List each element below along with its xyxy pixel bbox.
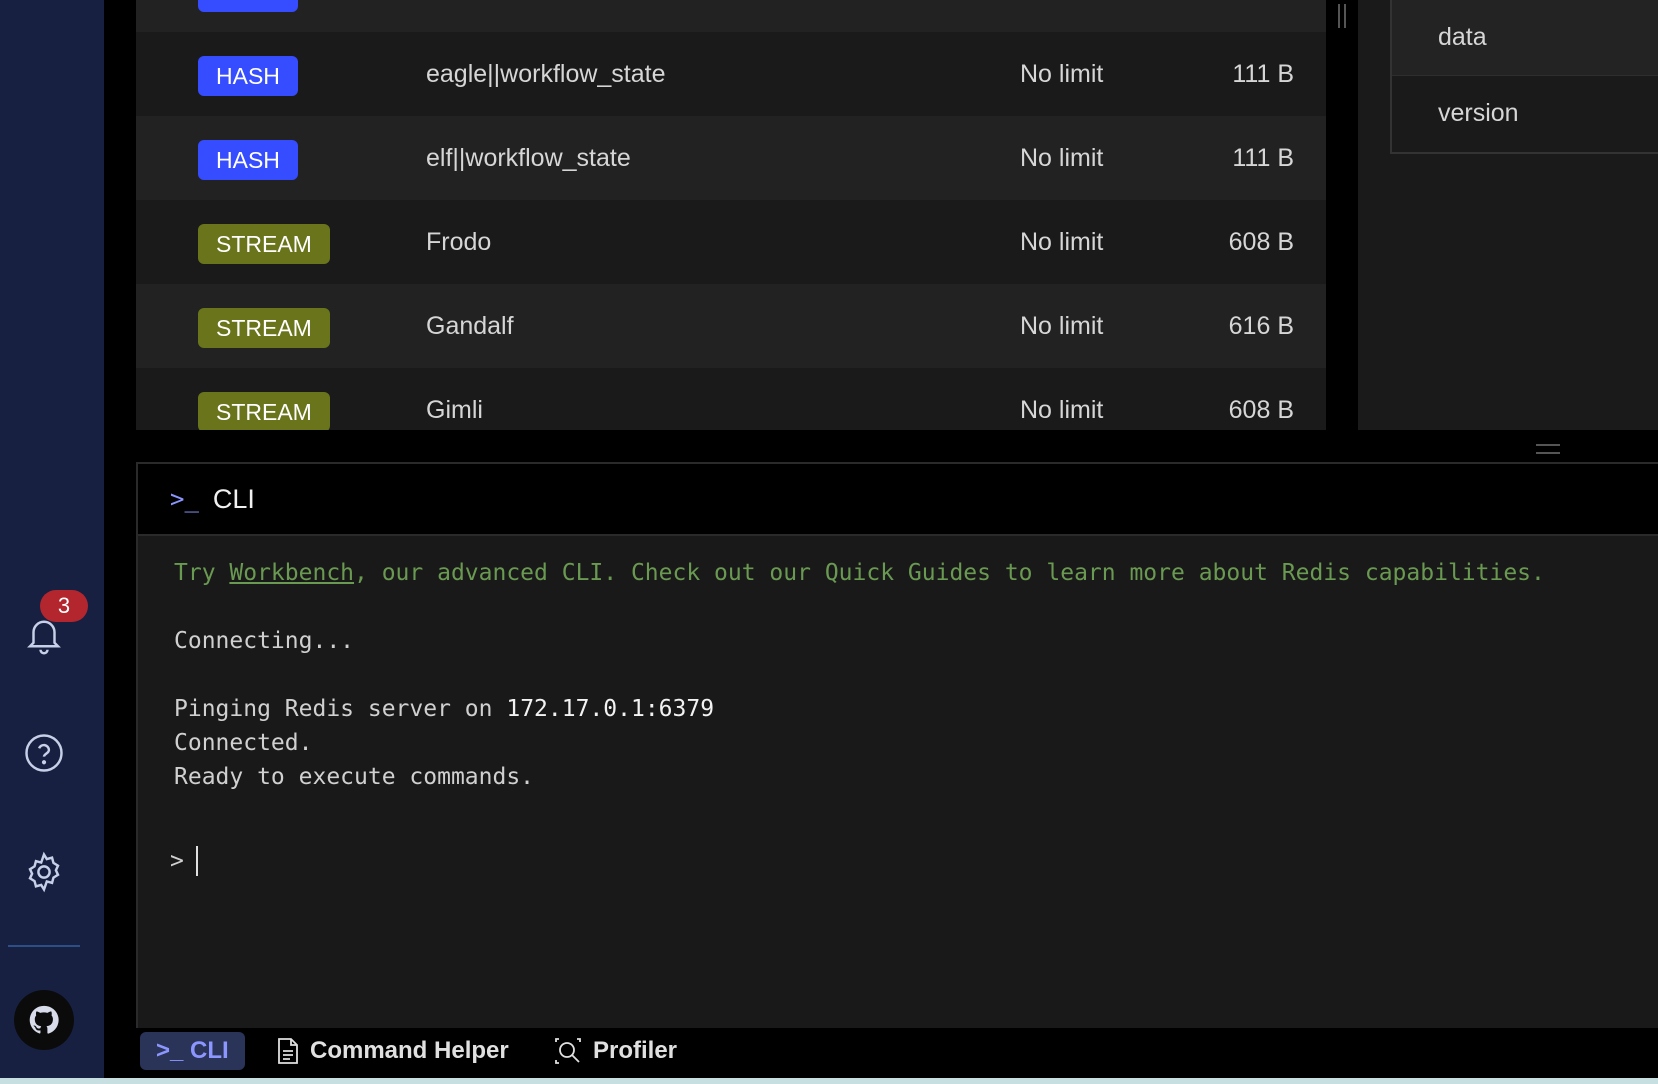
github-icon — [29, 1005, 59, 1034]
tab-cli[interactable]: >_ CLI — [140, 1032, 245, 1070]
cli-input[interactable]: > — [170, 846, 198, 876]
key-row[interactable]: STREAM Frodo No limit 608 B — [136, 200, 1326, 284]
cli-resize-handle[interactable] — [1536, 444, 1560, 454]
key-size: 608 B — [1228, 227, 1294, 256]
cli-header: >_ CLI — [138, 464, 1658, 536]
gear-icon — [28, 851, 60, 893]
key-ttl: No limit — [1020, 395, 1104, 424]
cli-panel: >_ CLI Try Workbench, our advanced CLI. … — [136, 462, 1658, 1030]
cli-tip: Try Workbench, our advanced CLI. Check o… — [174, 560, 1545, 586]
key-type-badge: HASH — [198, 140, 298, 180]
cli-line: Pinging Redis server on 172.17.0.1:6379 — [174, 696, 715, 722]
cli-prompt: > — [170, 848, 184, 874]
cli-line: Connecting... — [174, 628, 355, 654]
terminal-icon: >_ — [170, 485, 199, 513]
tab-profiler-label: Profiler — [593, 1037, 678, 1064]
panel-resize-handle[interactable] — [1326, 0, 1358, 430]
key-type-badge: HASH — [198, 56, 298, 96]
key-row[interactable]: STREAM Gandalf No limit 616 B — [136, 284, 1326, 368]
key-type-badge: STREAM — [198, 392, 330, 430]
key-row[interactable]: HASH elf||workflow_state No limit 111 B — [136, 116, 1326, 200]
details-field[interactable]: version — [1392, 76, 1658, 151]
document-icon — [278, 1038, 298, 1064]
sidebar-divider — [8, 945, 80, 947]
cli-title: CLI — [212, 483, 255, 514]
key-name: eagle||workflow_state — [426, 59, 666, 88]
key-ttl: No limit — [1020, 311, 1104, 340]
notification-count-badge: 3 — [40, 590, 88, 622]
key-type-badge: HASH — [198, 0, 298, 12]
help-button[interactable] — [22, 731, 66, 775]
workbench-link[interactable]: Workbench — [229, 560, 354, 586]
window-bottom-edge — [0, 1078, 1658, 1084]
key-name: Gandalf — [426, 311, 514, 340]
key-row[interactable]: HASH — [136, 0, 1326, 32]
cli-line: Ready to execute commands. — [174, 764, 535, 790]
details-field[interactable]: data — [1392, 0, 1658, 76]
key-details-panel: data version — [1358, 0, 1658, 430]
tab-profiler[interactable]: Profiler — [553, 1032, 677, 1070]
key-type-badge: STREAM — [198, 224, 330, 264]
key-ttl: No limit — [1020, 59, 1104, 88]
key-name: elf||workflow_state — [426, 143, 631, 172]
text-cursor — [195, 846, 198, 876]
details-field-list: data version — [1390, 0, 1658, 154]
key-row[interactable]: HASH eagle||workflow_state No limit 111 … — [136, 32, 1326, 116]
key-row[interactable]: STREAM Gimli No limit 608 B — [136, 368, 1326, 430]
cli-output: Try Workbench, our advanced CLI. Check o… — [174, 556, 1545, 794]
github-button[interactable] — [14, 990, 74, 1050]
key-size: 616 B — [1228, 311, 1294, 340]
key-name: Gimli — [426, 395, 483, 424]
key-size: 111 B — [1232, 59, 1294, 88]
help-icon — [25, 734, 63, 772]
key-type-badge: STREAM — [198, 308, 330, 348]
key-name: Frodo — [426, 227, 492, 256]
tab-command-helper[interactable]: Command Helper — [276, 1032, 509, 1070]
key-size: 608 B — [1228, 395, 1294, 424]
tab-command-helper-label: Command Helper — [310, 1037, 509, 1064]
settings-button[interactable] — [22, 850, 66, 894]
key-ttl: No limit — [1020, 143, 1104, 172]
bottom-toolbar: >_ CLI Command Helper Profiler — [136, 1028, 1658, 1078]
cli-line: Connected. — [174, 730, 313, 756]
key-size: 111 B — [1232, 143, 1294, 172]
profiler-search-icon — [555, 1038, 581, 1064]
key-ttl: No limit — [1020, 227, 1104, 256]
sidebar: 3 — [0, 0, 104, 1084]
keys-list: HASH HASH eagle||workflow_state No limit… — [136, 0, 1326, 430]
